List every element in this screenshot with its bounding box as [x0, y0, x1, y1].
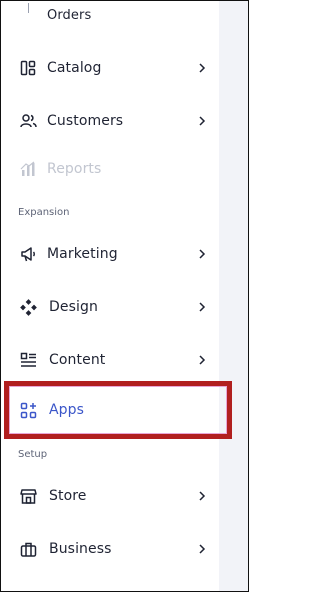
chevron-right-icon	[197, 544, 207, 554]
design-icon	[19, 298, 37, 316]
chevron-right-icon	[197, 491, 207, 501]
sidebar-item-label: Content	[49, 352, 106, 368]
sidebar-item-store[interactable]: Store	[1, 476, 219, 516]
sidebar-item-label: Design	[49, 299, 98, 315]
chevron-right-icon	[197, 249, 207, 259]
sidebar-item-label: Business	[49, 541, 112, 557]
sidebar-item-label: Orders	[47, 7, 92, 23]
sidebar-item-label: Reports	[47, 161, 102, 177]
store-icon	[19, 487, 37, 505]
sidebar-item-business[interactable]: Business	[1, 529, 219, 569]
sidebar-item-content[interactable]: Content	[1, 340, 219, 380]
chevron-right-icon	[197, 116, 207, 126]
marketing-icon	[19, 245, 37, 263]
sidebar-item-label: Catalog	[47, 60, 102, 76]
customers-icon	[19, 112, 37, 130]
sidebar-item-customers[interactable]: Customers	[1, 101, 219, 141]
sidebar-nav: Orders Catalog Customers Reports Expansi…	[1, 0, 232, 591]
chevron-right-icon	[197, 63, 207, 73]
section-heading-setup: Setup	[18, 449, 48, 460]
highlight-box	[4, 381, 232, 439]
chevron-right-icon	[197, 302, 207, 312]
chevron-right-icon	[197, 355, 207, 365]
catalog-icon	[19, 59, 37, 77]
sidebar-item-catalog[interactable]: Catalog	[1, 48, 219, 88]
sidebar-item-reports[interactable]: Reports	[1, 149, 219, 189]
sidebar-item-label: Store	[49, 488, 87, 504]
reports-icon	[19, 160, 37, 178]
sidebar-item-orders[interactable]: Orders	[1, 0, 219, 35]
sidebar-item-label: Marketing	[47, 246, 118, 262]
section-heading-expansion: Expansion	[18, 207, 70, 218]
sidebar-item-marketing[interactable]: Marketing	[1, 234, 219, 274]
sidebar-item-label: Customers	[47, 113, 124, 129]
content-icon	[19, 351, 37, 369]
sidebar-item-design[interactable]: Design	[1, 287, 219, 327]
content-area	[219, 1, 248, 591]
business-icon	[19, 540, 37, 558]
